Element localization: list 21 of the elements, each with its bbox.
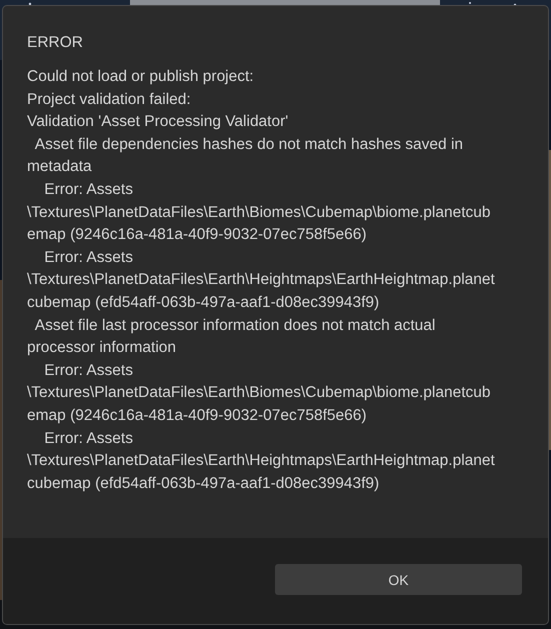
message-line: \Textures\PlanetDataFiles\Earth\Heightmaps\EarthHeightmap.planet (27, 270, 496, 290)
message-line: Error: Assets (43, 360, 134, 381)
message-line: \Textures\PlanetDataFiles\Earth\Heightmaps\EarthHeightmap.planet (27, 451, 496, 472)
message-line: Error: Assets (43, 180, 134, 200)
message-line: \Textures\PlanetDataFiles\Earth\Biomes\Cubemap\biome.planetcub (27, 383, 492, 404)
message-line: emap (9246c16a-481a-40f9-9032-07ec758f5e66) (27, 406, 368, 426)
message-line: Validation 'Asset Processing Validator' (27, 112, 290, 132)
message-line: metadata (27, 157, 93, 178)
message-line: Project validation failed: (27, 90, 192, 110)
dialog-title: ERROR (27, 33, 84, 53)
message-line: Error: Assets (43, 248, 134, 268)
message-line: cubemap (efd54aff-063b-497a-aaf1-d08ec39943f9) (27, 474, 380, 494)
message-line: Asset file dependencies hashes do not match hashes saved in (34, 134, 464, 155)
message-line: processor information (27, 338, 178, 358)
message-line: Could not load or publish project: (27, 67, 255, 87)
ok-button[interactable]: OK (275, 564, 522, 595)
message-line: Error: Assets (43, 428, 134, 448)
message-line: cubemap (efd54aff-063b-497a-aaf1-d08ec39943f9) (27, 292, 380, 313)
message-line: Asset file last processor information does not match actual (34, 316, 436, 336)
message-line: \Textures\PlanetDataFiles\Earth\Biomes\Cubemap\biome.planetcub (27, 202, 492, 223)
message-line: emap (9246c16a-481a-40f9-9032-07ec758f5e66) (27, 225, 368, 246)
